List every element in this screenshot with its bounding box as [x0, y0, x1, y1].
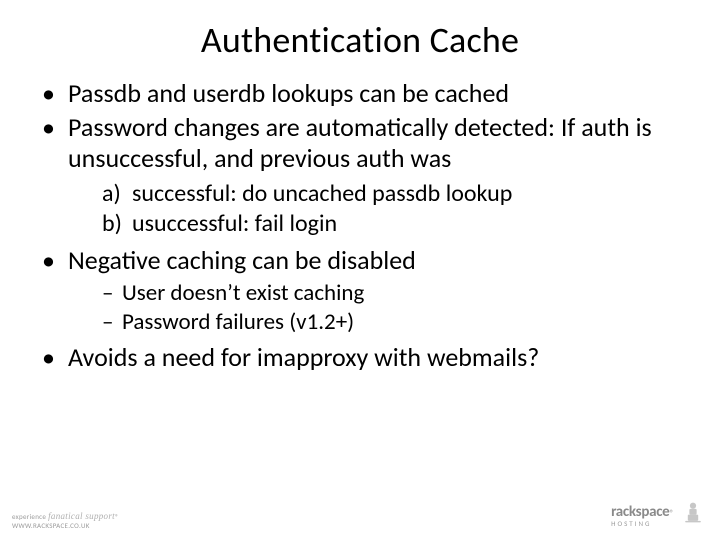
- bullet-text: Passdb and userdb lookups can be cached: [68, 77, 509, 109]
- bullet-text: Negative caching can be disabled: [68, 244, 416, 276]
- bullet-text: Avoids a need for imapproxy with webmail…: [68, 341, 539, 373]
- footer-right: rackspace® HOSTING: [611, 499, 706, 530]
- rackspace-logo-icon: [680, 499, 706, 530]
- dash-item: Password failures (v1.2+): [102, 308, 680, 337]
- lettered-text: successful: do uncached passdb lookup: [132, 179, 512, 208]
- slide: Authentication Cache Passdb and userdb l…: [0, 0, 720, 540]
- bullet-item: Avoids a need for imapproxy with webmail…: [40, 342, 680, 374]
- brand-name: rackspace: [611, 503, 669, 521]
- bullet-item: Password changes are automatically detec…: [40, 112, 680, 239]
- lettered-list: successful: do uncached passdb lookup us…: [68, 179, 680, 239]
- footer-url: WWW.RACKSPACE.CO.UK: [12, 522, 119, 530]
- bullet-item: Negative caching can be disabled User do…: [40, 245, 680, 336]
- dash-list: User doesn’t exist caching Password fail…: [68, 279, 680, 337]
- dash-item: User doesn’t exist caching: [102, 279, 680, 308]
- brand-text: rackspace® HOSTING: [611, 502, 674, 528]
- dash-text: User doesn’t exist caching: [122, 279, 364, 307]
- lettered-text: usuccessful: fail login: [132, 209, 337, 238]
- bullet-list: Passdb and userdb lookups can be cached …: [40, 78, 680, 374]
- lettered-item: usuccessful: fail login: [102, 209, 680, 239]
- page-title: Authentication Cache: [0, 0, 720, 72]
- footer-left: experience fanatical support® WWW.RACKSP…: [12, 512, 119, 530]
- bullet-text: Password changes are automatically detec…: [68, 111, 652, 175]
- slide-content: Passdb and userdb lookups can be cached …: [0, 72, 720, 374]
- dash-text: Password failures (v1.2+): [122, 308, 354, 336]
- bullet-item: Passdb and userdb lookups can be cached: [40, 78, 680, 110]
- lettered-item: successful: do uncached passdb lookup: [102, 179, 680, 209]
